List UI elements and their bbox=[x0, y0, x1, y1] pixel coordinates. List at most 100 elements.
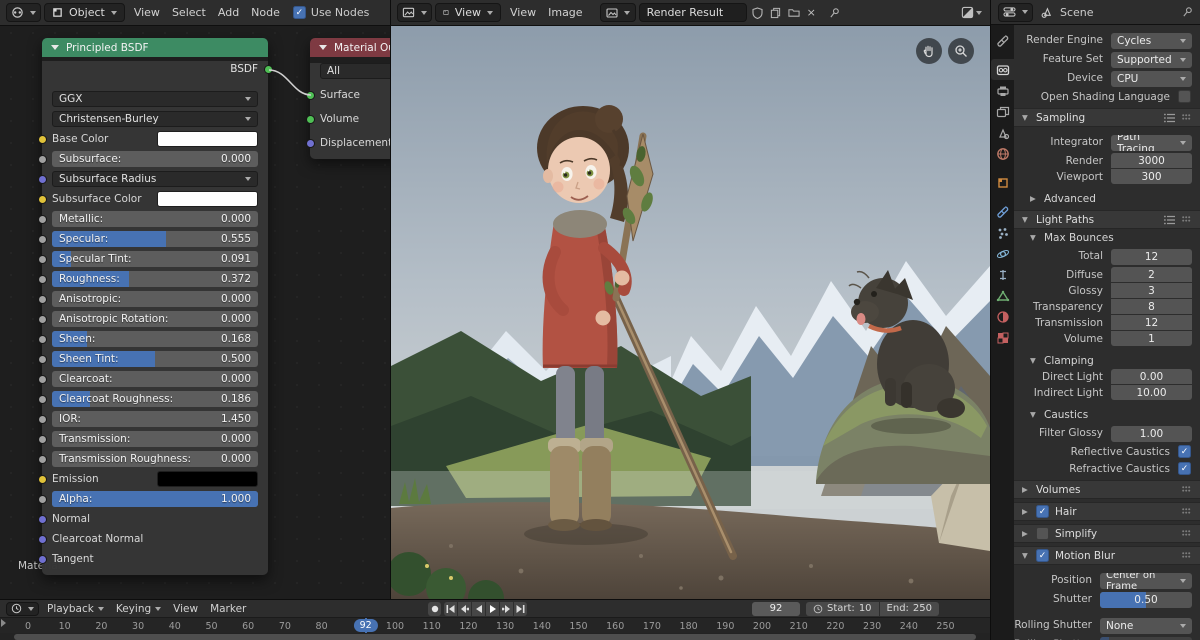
shader-mode-dropdown[interactable]: Object bbox=[44, 3, 125, 22]
tab-modifiers[interactable] bbox=[991, 201, 1014, 222]
tab-render[interactable] bbox=[991, 59, 1014, 80]
bounces-field[interactable]: 2 bbox=[1111, 267, 1192, 282]
vector-socket[interactable] bbox=[305, 138, 315, 148]
bsdf-node-header[interactable]: Principled BSDF bbox=[42, 38, 268, 57]
value-slider[interactable]: Anisotropic Rotation: 0.000 bbox=[52, 311, 258, 327]
value-slider[interactable]: Alpha: 1.000 bbox=[52, 491, 258, 507]
integrator-dropdown[interactable]: Path Tracing bbox=[1111, 134, 1192, 151]
collapse-icon[interactable] bbox=[319, 45, 327, 50]
yellow-socket[interactable] bbox=[37, 474, 47, 484]
max-bounces-subpanel[interactable]: ▼ Max Bounces bbox=[1014, 229, 1200, 246]
next-keyframe-button[interactable] bbox=[500, 601, 513, 616]
tab-material[interactable] bbox=[991, 306, 1014, 327]
motion-blur-checkbox[interactable]: ✓ bbox=[1036, 549, 1049, 562]
jump-to-end-button[interactable] bbox=[514, 601, 527, 616]
editor-type-button[interactable] bbox=[397, 3, 432, 22]
display-channels-button[interactable] bbox=[959, 4, 984, 22]
principled-bsdf-node[interactable]: Principled BSDF BSDF GGX Christensen-Bur… bbox=[37, 38, 273, 575]
tab-world[interactable] bbox=[991, 143, 1014, 164]
value-slider[interactable]: IOR: 1.450 bbox=[52, 411, 258, 427]
shader-socket[interactable] bbox=[305, 114, 315, 124]
value-slider[interactable]: Transmission: 0.000 bbox=[52, 431, 258, 447]
tab-tool[interactable] bbox=[991, 30, 1014, 51]
use-nodes-toggle[interactable]: ✓ Use Nodes bbox=[292, 6, 369, 19]
gray-socket[interactable] bbox=[37, 434, 47, 444]
value-slider[interactable]: Metallic: 0.000 bbox=[52, 211, 258, 227]
bounces-field[interactable]: 3 bbox=[1111, 283, 1192, 298]
subsurface-method-dropdown[interactable]: Christensen-Burley bbox=[52, 111, 258, 127]
gray-socket[interactable] bbox=[37, 254, 47, 264]
tab-scene[interactable] bbox=[991, 122, 1014, 143]
input-dropdown[interactable]: Subsurface Radius bbox=[52, 171, 258, 187]
clamp-field[interactable]: 0.00 bbox=[1111, 369, 1192, 384]
simplify-checkbox[interactable] bbox=[1036, 527, 1049, 540]
presets-icon[interactable] bbox=[1164, 113, 1176, 123]
volumes-section-header[interactable]: ▶ Volumes bbox=[1014, 480, 1200, 499]
gray-socket[interactable] bbox=[37, 214, 47, 224]
gray-socket[interactable] bbox=[37, 354, 47, 364]
bounces-field[interactable]: 12 bbox=[1111, 315, 1192, 330]
value-slider[interactable]: Transmission Roughness: 0.000 bbox=[52, 451, 258, 467]
feature-set-dropdown[interactable]: Supported bbox=[1111, 51, 1192, 68]
material-output-node[interactable]: Material Out All Surface Volume Displaceme… bbox=[305, 38, 390, 159]
gray-socket[interactable] bbox=[37, 294, 47, 304]
output-target-dropdown[interactable]: All bbox=[320, 63, 390, 79]
samples-field[interactable]: 300 bbox=[1111, 169, 1192, 184]
color-swatch[interactable] bbox=[157, 131, 258, 147]
advanced-subpanel[interactable]: ▶ Advanced bbox=[1014, 190, 1200, 207]
value-slider[interactable]: Anisotropic: 0.000 bbox=[52, 291, 258, 307]
tab-physics[interactable] bbox=[991, 243, 1014, 264]
image-datablock-field[interactable]: Render Result bbox=[638, 3, 747, 22]
gray-socket[interactable] bbox=[37, 414, 47, 424]
rolling-shutter-dropdown[interactable]: None bbox=[1100, 617, 1192, 634]
image-menu-image[interactable]: Image bbox=[542, 6, 588, 19]
region-toggle-arrow[interactable] bbox=[1, 619, 6, 627]
hair-checkbox[interactable]: ✓ bbox=[1036, 505, 1049, 518]
open-image-button[interactable] bbox=[786, 4, 802, 22]
gray-socket[interactable] bbox=[37, 394, 47, 404]
yellow-socket[interactable] bbox=[37, 134, 47, 144]
play-reverse-button[interactable] bbox=[472, 601, 485, 616]
filter-glossy-field[interactable]: 1.00 bbox=[1111, 425, 1192, 442]
value-slider[interactable]: Specular: 0.555 bbox=[52, 231, 258, 247]
frame-end-field[interactable]: End: 250 bbox=[879, 601, 940, 616]
pin-icon[interactable] bbox=[1182, 6, 1193, 18]
vector-socket[interactable] bbox=[37, 174, 47, 184]
tab-object[interactable] bbox=[991, 172, 1014, 193]
image-menu-view[interactable]: View bbox=[504, 6, 542, 19]
shader-menu-select[interactable]: Select bbox=[166, 6, 212, 19]
editor-type-button[interactable] bbox=[998, 2, 1033, 22]
editor-type-button[interactable] bbox=[6, 601, 39, 616]
vector-socket[interactable] bbox=[37, 554, 47, 564]
use-nodes-checkbox[interactable]: ✓ bbox=[292, 6, 306, 19]
gray-socket[interactable] bbox=[37, 154, 47, 164]
total-field[interactable]: 12 bbox=[1111, 248, 1192, 265]
value-slider[interactable]: Subsurface: 0.000 bbox=[52, 151, 258, 167]
motion-blur-section-header[interactable]: ▼ ✓ Motion Blur bbox=[1014, 546, 1200, 565]
collapse-icon[interactable] bbox=[51, 45, 59, 50]
pin-button[interactable] bbox=[827, 4, 842, 22]
tab-output[interactable] bbox=[991, 80, 1014, 101]
tab-data[interactable] bbox=[991, 285, 1014, 306]
gray-socket[interactable] bbox=[37, 274, 47, 284]
fake-user-button[interactable] bbox=[750, 4, 765, 22]
sampling-section-header[interactable]: ▼ Sampling bbox=[1014, 108, 1200, 127]
device-dropdown[interactable]: CPU bbox=[1111, 70, 1192, 87]
bounces-field[interactable]: 8 bbox=[1111, 299, 1192, 314]
frame-start-field[interactable]: Start: 10 bbox=[806, 601, 879, 616]
shutter-slider[interactable]: 0.50 bbox=[1100, 591, 1192, 608]
value-slider[interactable]: Roughness: 0.372 bbox=[52, 271, 258, 287]
output-node-header[interactable]: Material Out bbox=[310, 38, 390, 57]
caustics-subpanel[interactable]: ▼ Caustics bbox=[1014, 406, 1200, 423]
value-slider[interactable]: Specular Tint: 0.091 bbox=[52, 251, 258, 267]
shader-menu-view[interactable]: View bbox=[128, 6, 166, 19]
timeline-menu-view[interactable]: View bbox=[167, 603, 204, 615]
color-swatch[interactable] bbox=[157, 471, 258, 487]
jump-to-start-button[interactable] bbox=[444, 601, 457, 616]
position-dropdown[interactable]: Center on Frame bbox=[1100, 572, 1192, 589]
gray-socket[interactable] bbox=[37, 494, 47, 504]
gray-socket[interactable] bbox=[37, 314, 47, 324]
gray-socket[interactable] bbox=[37, 374, 47, 384]
tab-view-layer[interactable] bbox=[991, 101, 1014, 122]
clamp-field[interactable]: 10.00 bbox=[1111, 385, 1192, 400]
